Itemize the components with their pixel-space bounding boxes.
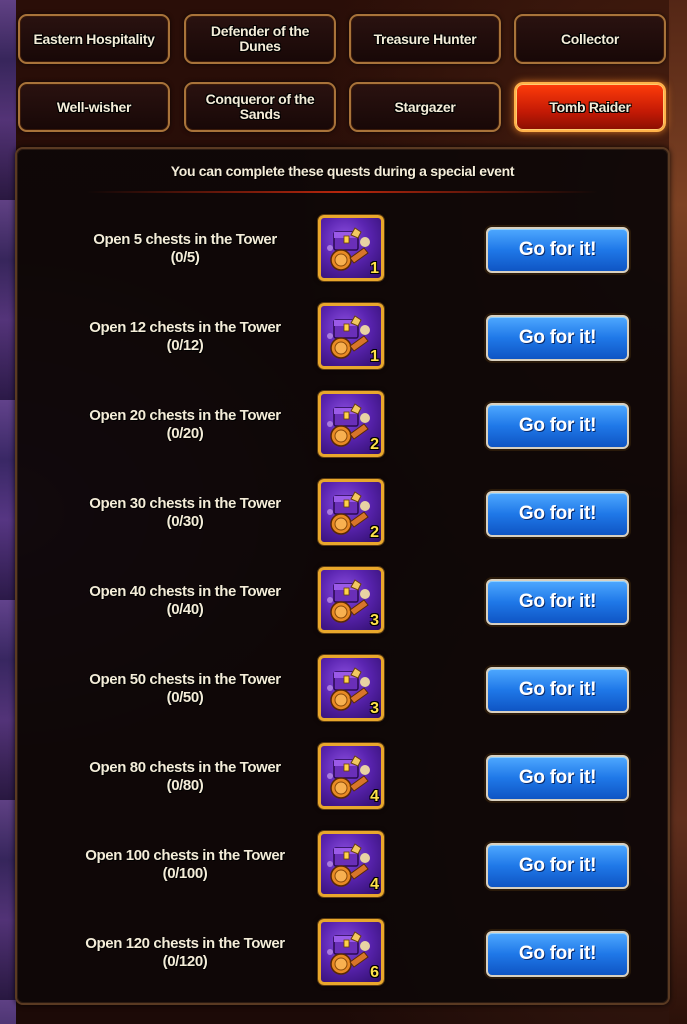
reward-slot[interactable]: 2 <box>318 479 384 545</box>
reward-count: 1 <box>370 260 379 277</box>
go-for-it-button[interactable]: Go for it! <box>486 931 629 977</box>
quest-progress: (0/120) <box>162 953 208 970</box>
tab-stargazer[interactable]: Stargazer <box>349 82 501 132</box>
quest-description: Open 100 chests in the Tower (0/100) <box>35 847 335 883</box>
reward-count: 4 <box>370 788 379 805</box>
quest-row: Open 30 chests in the Tower (0/30) 2 Go … <box>17 479 668 567</box>
tab-conqueror-of-the-sands[interactable]: Conqueror of the Sands <box>184 82 336 132</box>
quest-description: Open 80 chests in the Tower (0/80) <box>35 759 335 795</box>
reward-count: 2 <box>370 524 379 541</box>
quest-progress: (0/50) <box>166 689 204 706</box>
quest-description: Open 40 chests in the Tower (0/40) <box>35 583 335 619</box>
quest-title: Open 100 chests in the Tower <box>85 847 285 864</box>
reward-slot[interactable]: 1 <box>318 303 384 369</box>
quest-title: Open 5 chests in the Tower <box>93 231 277 248</box>
reward-count: 1 <box>370 348 379 365</box>
quest-row: Open 5 chests in the Tower (0/5) 1 Go fo… <box>17 215 668 303</box>
quest-progress: (0/30) <box>166 513 204 530</box>
go-for-it-button[interactable]: Go for it! <box>486 315 629 361</box>
quest-row: Open 40 chests in the Tower (0/40) 3 Go … <box>17 567 668 655</box>
go-for-it-button[interactable]: Go for it! <box>486 755 629 801</box>
reward-slot[interactable]: 3 <box>318 655 384 721</box>
tab-collector[interactable]: Collector <box>514 14 666 64</box>
reward-slot[interactable]: 1 <box>318 215 384 281</box>
go-for-it-button[interactable]: Go for it! <box>486 843 629 889</box>
reward-slot[interactable]: 6 <box>318 919 384 985</box>
quest-row: Open 120 chests in the Tower (0/120) 6 G… <box>17 919 668 1007</box>
tab-defender-of-the-dunes[interactable]: Defender of the Dunes <box>184 14 336 64</box>
quest-description: Open 5 chests in the Tower (0/5) <box>35 231 335 267</box>
quest-progress: (0/12) <box>166 337 204 354</box>
reward-count: 3 <box>370 612 379 629</box>
quest-description: Open 20 chests in the Tower (0/20) <box>35 407 335 443</box>
quest-title: Open 50 chests in the Tower <box>89 671 281 688</box>
quest-description: Open 12 chests in the Tower (0/12) <box>35 319 335 355</box>
quest-description: Open 50 chests in the Tower (0/50) <box>35 671 335 707</box>
reward-count: 2 <box>370 436 379 453</box>
character-art-right <box>669 0 687 1024</box>
quest-description: Open 30 chests in the Tower (0/30) <box>35 495 335 531</box>
quest-title: Open 40 chests in the Tower <box>89 583 281 600</box>
quest-panel: You can complete these quests during a s… <box>15 147 670 1005</box>
reward-slot[interactable]: 3 <box>318 567 384 633</box>
quest-row: Open 20 chests in the Tower (0/20) 2 Go … <box>17 391 668 479</box>
tab-well-wisher[interactable]: Well-wisher <box>18 82 170 132</box>
character-art-left <box>0 0 16 1024</box>
go-for-it-button[interactable]: Go for it! <box>486 579 629 625</box>
quest-row: Open 80 chests in the Tower (0/80) 4 Go … <box>17 743 668 831</box>
quest-row: Open 12 chests in the Tower (0/12) 1 Go … <box>17 303 668 391</box>
go-for-it-button[interactable]: Go for it! <box>486 491 629 537</box>
quest-progress: (0/80) <box>166 777 204 794</box>
tab-tomb-raider[interactable]: Tomb Raider <box>514 82 666 132</box>
go-for-it-button[interactable]: Go for it! <box>486 403 629 449</box>
reward-slot[interactable]: 4 <box>318 743 384 809</box>
divider <box>87 191 598 193</box>
reward-count: 6 <box>370 964 379 981</box>
quest-progress: (0/100) <box>162 865 208 882</box>
quest-row: Open 50 chests in the Tower (0/50) 3 Go … <box>17 655 668 743</box>
quest-title: Open 80 chests in the Tower <box>89 759 281 776</box>
reward-count: 3 <box>370 700 379 717</box>
quest-title: Open 12 chests in the Tower <box>89 319 281 336</box>
reward-slot[interactable]: 4 <box>318 831 384 897</box>
quest-description: Open 120 chests in the Tower (0/120) <box>35 935 335 971</box>
reward-slot[interactable]: 2 <box>318 391 384 457</box>
quest-progress: (0/5) <box>170 249 200 266</box>
quest-title: Open 30 chests in the Tower <box>89 495 281 512</box>
quest-title: Open 20 chests in the Tower <box>89 407 281 424</box>
tab-treasure-hunter[interactable]: Treasure Hunter <box>349 14 501 64</box>
quest-title: Open 120 chests in the Tower <box>85 935 285 952</box>
quest-row: Open 100 chests in the Tower (0/100) 4 G… <box>17 831 668 919</box>
go-for-it-button[interactable]: Go for it! <box>486 667 629 713</box>
event-notice: You can complete these quests during a s… <box>170 163 515 179</box>
quest-progress: (0/20) <box>166 425 204 442</box>
tab-eastern-hospitality[interactable]: Eastern Hospitality <box>18 14 170 64</box>
reward-count: 4 <box>370 876 379 893</box>
go-for-it-button[interactable]: Go for it! <box>486 227 629 273</box>
quest-progress: (0/40) <box>166 601 204 618</box>
